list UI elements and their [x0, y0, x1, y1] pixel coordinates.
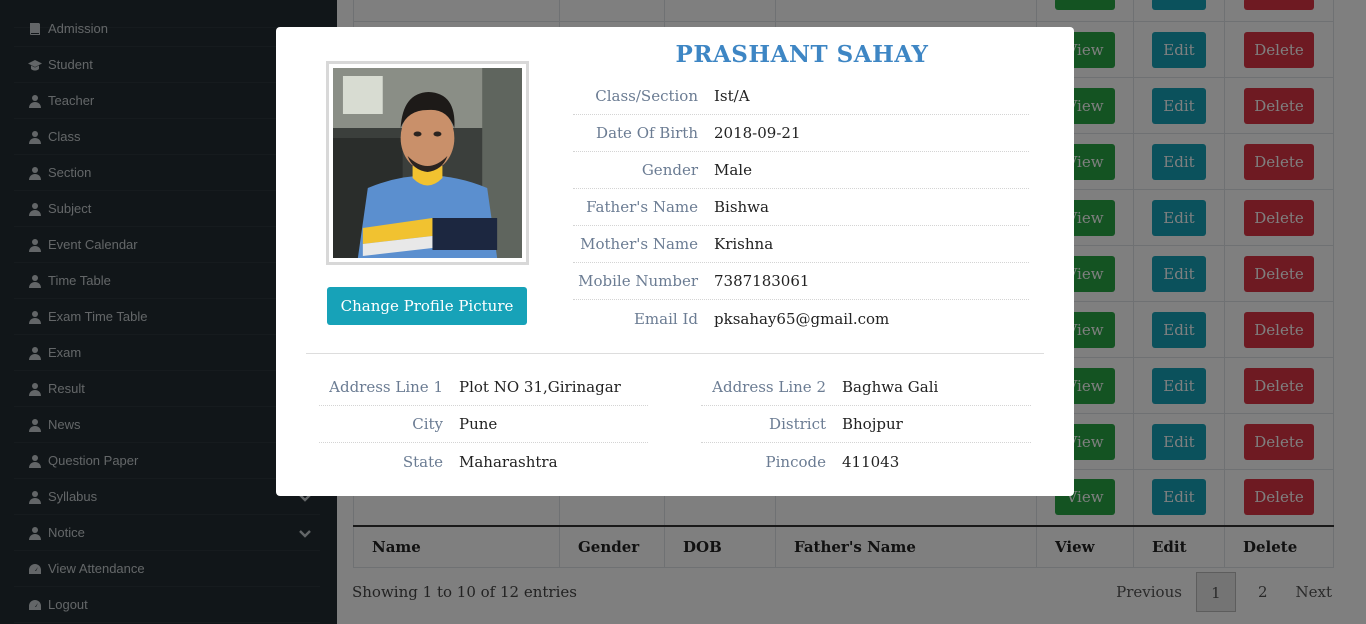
- student-details: Class/Section Ist/A Date Of Birth 2018-0…: [573, 78, 1029, 337]
- profile-photo: [333, 68, 522, 258]
- detail-value: 7387183061: [714, 272, 810, 290]
- student-name: PRASHANT SAHAY: [675, 41, 929, 68]
- detail-value: Ist/A: [714, 87, 750, 105]
- detail-row-date-of-birth: Date Of Birth 2018-09-21: [573, 115, 1029, 152]
- detail-label: Date Of Birth: [596, 124, 698, 142]
- detail-value: Pune: [459, 415, 498, 433]
- detail-label: Email Id: [633, 309, 698, 328]
- detail-row-email-id: Email Id pksahay65@gmail.com: [573, 300, 1029, 337]
- detail-value: Krishna: [714, 235, 774, 253]
- detail-row-pincode: Pincode 411043: [701, 443, 1031, 480]
- detail-row-address-line-1: Address Line 1 Plot NO 31,Girinagar: [319, 369, 648, 406]
- detail-row-class-section: Class/Section Ist/A: [573, 78, 1029, 115]
- detail-row-mothers-name: Mother's Name Krishna: [573, 226, 1029, 263]
- detail-label: Class/Section: [595, 87, 698, 105]
- detail-label: Address Line 1: [329, 378, 443, 396]
- detail-label: State: [402, 452, 443, 471]
- detail-value: Bhojpur: [842, 415, 903, 433]
- detail-value: Male: [714, 161, 752, 179]
- profile-photo-frame: [326, 61, 529, 265]
- address-left: Address Line 1 Plot NO 31,Girinagar City…: [319, 369, 648, 480]
- detail-value: pksahay65@gmail.com: [714, 309, 890, 328]
- detail-value: 2018-09-21: [714, 124, 801, 142]
- detail-row-state: State Maharashtra: [319, 443, 648, 480]
- detail-label: Gender: [641, 161, 698, 179]
- detail-label: Pincode: [765, 452, 826, 471]
- address-right: Address Line 2 Baghwa Gali District Bhoj…: [701, 369, 1031, 480]
- detail-label: District: [769, 415, 826, 433]
- detail-label: Mobile Number: [578, 272, 698, 290]
- detail-value: Bishwa: [714, 198, 769, 216]
- detail-row-fathers-name: Father's Name Bishwa: [573, 189, 1029, 226]
- detail-row-district: District Bhojpur: [701, 406, 1031, 443]
- detail-value: Maharashtra: [459, 452, 558, 471]
- detail-row-city: City Pune: [319, 406, 648, 443]
- detail-value: Baghwa Gali: [842, 378, 939, 396]
- divider: [306, 353, 1044, 354]
- student-profile-modal: Change Profile Picture PRASHANT SAHAY Cl…: [276, 27, 1074, 496]
- detail-row-mobile-number: Mobile Number 7387183061: [573, 263, 1029, 300]
- detail-value: Plot NO 31,Girinagar: [459, 378, 621, 396]
- detail-label: Mother's Name: [580, 235, 698, 253]
- detail-label: Father's Name: [586, 198, 698, 216]
- detail-row-gender: Gender Male: [573, 152, 1029, 189]
- detail-label: Address Line 2: [712, 378, 826, 396]
- change-profile-picture-button[interactable]: Change Profile Picture: [327, 287, 527, 325]
- detail-row-address-line-2: Address Line 2 Baghwa Gali: [701, 369, 1031, 406]
- detail-label: City: [412, 415, 443, 433]
- detail-value: 411043: [842, 452, 900, 471]
